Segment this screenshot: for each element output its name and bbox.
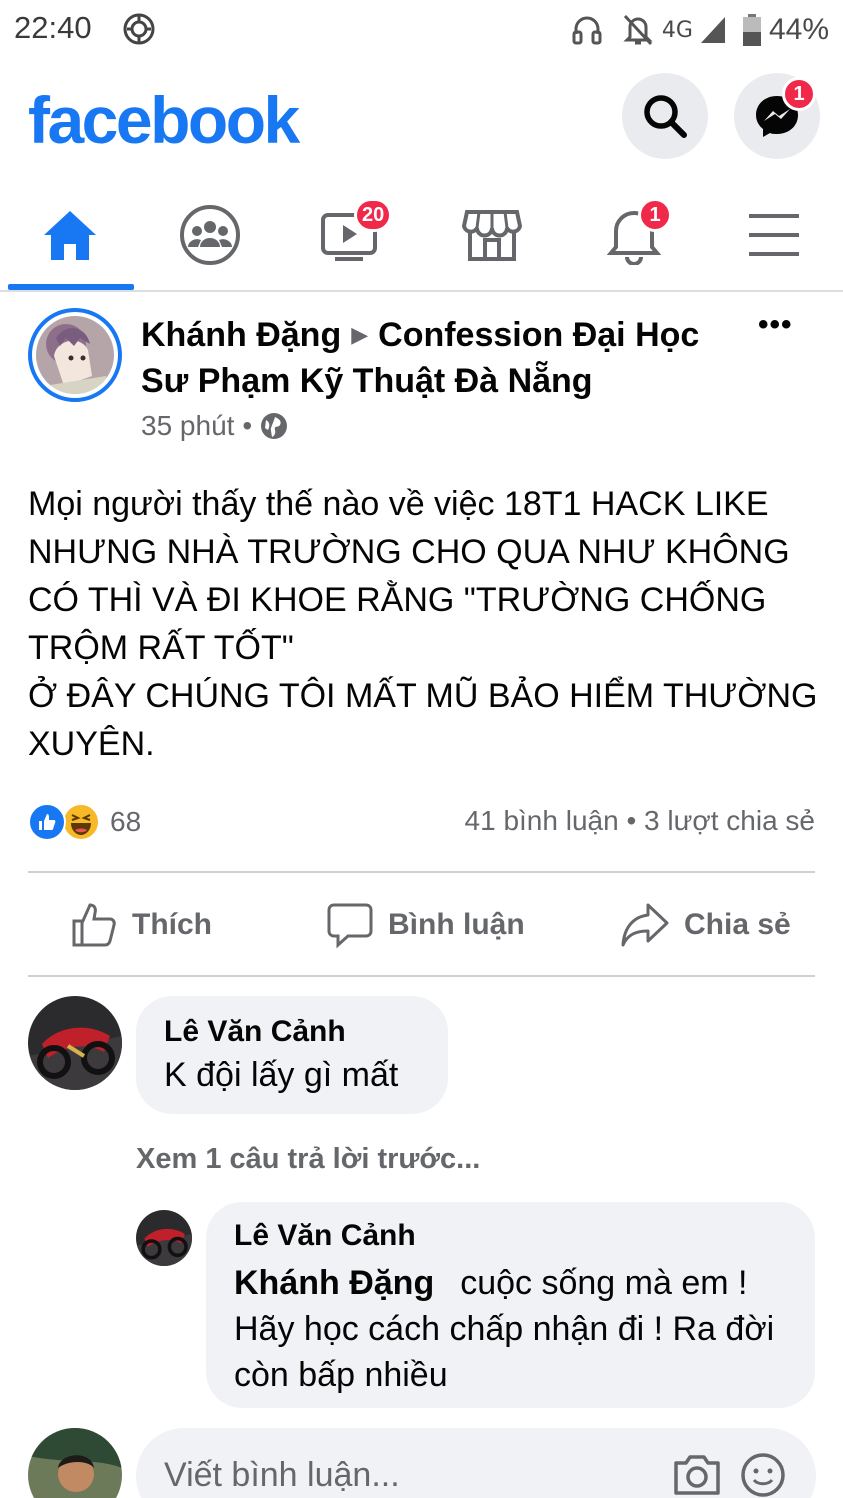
search-button[interactable]: [622, 73, 708, 159]
haha-reaction-icon: [62, 803, 100, 841]
camera-icon[interactable]: [672, 1453, 722, 1497]
comment-icon: [327, 903, 373, 949]
comment-label: Bình luận: [388, 908, 525, 941]
like-button[interactable]: Thích: [70, 895, 212, 955]
status-time: 22:40: [14, 10, 92, 45]
share-button[interactable]: Chia sẻ: [620, 895, 791, 955]
author-avatar[interactable]: [28, 308, 122, 402]
notifications-off-icon: [623, 14, 653, 46]
app-header: facebook 1: [0, 60, 843, 180]
reply-content: Khánh Đặng cuộc sống mà em ! Hãy học cách…: [234, 1260, 794, 1398]
messenger-button[interactable]: 1: [734, 73, 820, 159]
post-author-name[interactable]: Khánh Đặng: [141, 316, 341, 354]
post-title: Khánh Đặng ▶ Confession Đại Học Sư Phạm Kỹ…: [141, 312, 701, 404]
store-icon: [461, 210, 523, 261]
share-icon: [621, 903, 669, 947]
network-type: 4G: [661, 17, 693, 43]
messenger-badge: 1: [782, 77, 816, 111]
thumbs-up-icon: [72, 903, 116, 947]
signal-icon: [700, 17, 725, 43]
stats-separator: •: [626, 805, 637, 836]
reply-avatar[interactable]: [136, 1210, 192, 1266]
sync-icon: [123, 13, 155, 45]
arrow-right-icon: ▶: [351, 322, 369, 347]
battery-level: 44%: [768, 13, 829, 46]
divider-bottom: [28, 975, 815, 977]
post-stats: 41 bình luận • 3 lượt chia sẻ: [465, 805, 815, 837]
post-body: Mọi người thấy thế nào về việc 18T1 HACK…: [28, 485, 818, 763]
search-icon: [644, 95, 687, 138]
like-label: Thích: [132, 908, 212, 941]
emoji-icon[interactable]: [740, 1452, 786, 1498]
comment-bubble[interactable]: Lê Văn Cảnh K đội lấy gì mất: [136, 996, 448, 1114]
comment-author[interactable]: Lê Văn Cảnh: [164, 1012, 346, 1052]
status-bar: 22:40 4G 44%: [0, 0, 843, 60]
like-reaction-icon: [28, 803, 66, 841]
globe-icon: [261, 413, 288, 439]
watch-badge: 20: [354, 198, 393, 232]
tab-home[interactable]: [8, 180, 132, 290]
reply-bubble[interactable]: Lê Văn Cảnh Khánh Đặng cuộc sống mà em ! …: [206, 1202, 815, 1408]
menu-icon: [749, 214, 799, 256]
comment-composer[interactable]: [136, 1428, 816, 1498]
shares-count[interactable]: 3 lượt chia sẻ: [644, 805, 815, 836]
comments-count[interactable]: 41 bình luận: [465, 805, 619, 836]
groups-icon: [180, 205, 240, 265]
active-tab-indicator: [8, 284, 134, 290]
tab-bar: 20 1: [0, 180, 843, 292]
home-icon: [44, 211, 96, 260]
tab-notifications[interactable]: 1: [572, 180, 696, 290]
divider-top: [28, 871, 815, 873]
tab-marketplace[interactable]: [430, 180, 554, 290]
post-meta: 35 phút •: [141, 410, 288, 442]
share-label: Chia sẻ: [684, 908, 791, 941]
reaction-count: 68: [110, 806, 142, 837]
tab-menu[interactable]: [712, 180, 836, 290]
comment-button[interactable]: Bình luận: [326, 895, 525, 955]
comment-text: K đội lấy gì mất: [164, 1056, 399, 1094]
status-icons: 4G 44%: [572, 10, 829, 50]
facebook-logo[interactable]: facebook: [28, 82, 300, 158]
reactions-summary[interactable]: 68: [28, 802, 141, 842]
notifications-badge: 1: [638, 198, 672, 232]
author-avatar-image: [36, 316, 114, 394]
more-options-button[interactable]: •••: [758, 308, 793, 342]
commenter-avatar[interactable]: [28, 996, 122, 1090]
current-user-avatar: [28, 1428, 122, 1498]
tab-watch[interactable]: 20: [288, 180, 412, 290]
view-previous-replies-link[interactable]: Xem 1 câu trả lời trước...: [136, 1143, 480, 1176]
post-time[interactable]: 35 phút: [141, 410, 234, 442]
comment-input[interactable]: [164, 1450, 644, 1498]
headphones-icon: [572, 16, 602, 45]
meta-separator: •: [242, 410, 253, 441]
reply-mention[interactable]: Khánh Đặng: [234, 1264, 434, 1302]
tab-groups[interactable]: [148, 180, 272, 290]
battery-icon: [742, 14, 761, 46]
reply-author[interactable]: Lê Văn Cảnh: [234, 1216, 416, 1256]
